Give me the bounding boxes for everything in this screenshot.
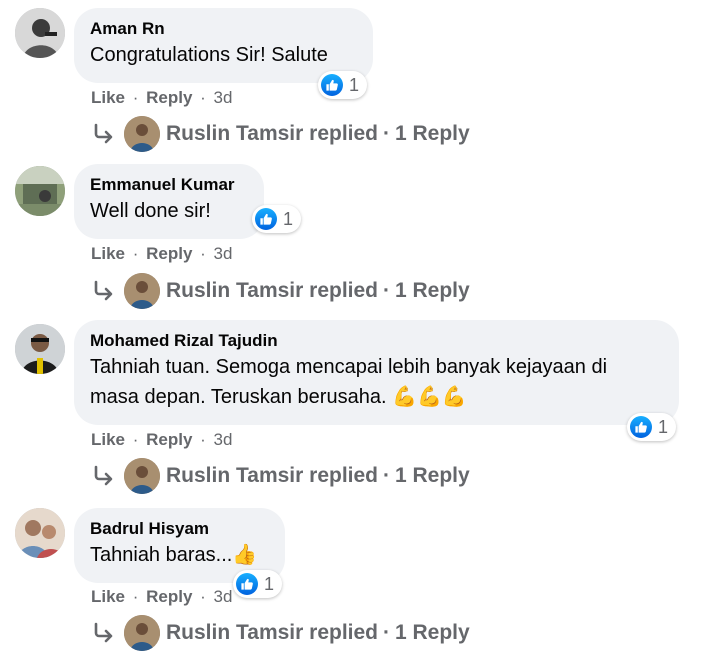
comment-actions: Like · Reply · 3d <box>91 587 233 606</box>
reply-link[interactable]: Reply <box>146 244 192 263</box>
reaction-badge[interactable]: 1 <box>233 570 283 598</box>
reply-author: Ruslin Tamsir replied <box>166 621 378 644</box>
reply-author: Ruslin Tamsir replied <box>166 464 378 487</box>
like-icon <box>321 74 343 96</box>
reply-author: Ruslin Tamsir replied <box>166 122 378 145</box>
comment-actions: Like · Reply · 3d <box>91 244 233 263</box>
view-replies[interactable]: Ruslin Tamsir replied · 1 Reply <box>92 458 470 494</box>
timestamp[interactable]: 3d <box>214 587 233 606</box>
like-link[interactable]: Like <box>91 587 125 606</box>
comment-author[interactable]: Aman Rn <box>90 18 357 40</box>
comment-mohamed-rizal-tajudin: Mohamed Rizal Tajudin Tahniah tuan. Semo… <box>0 320 724 505</box>
timestamp[interactable]: 3d <box>214 244 233 263</box>
reply-avatar <box>124 615 160 651</box>
reaction-count: 1 <box>283 208 294 229</box>
comment-author[interactable]: Badrul Hisyam <box>90 518 269 540</box>
like-icon <box>236 573 258 595</box>
reply-count: 1 Reply <box>395 122 470 145</box>
view-replies[interactable]: Ruslin Tamsir replied · 1 Reply <box>92 615 470 651</box>
reply-link[interactable]: Reply <box>146 430 192 449</box>
comment-aman-rn: Aman Rn Congratulations Sir! Salute 1 Li… <box>0 0 724 160</box>
avatar[interactable] <box>15 8 65 58</box>
reaction-badge[interactable]: 1 <box>252 205 302 233</box>
comment-badrul-hisyam: Badrul Hisyam Tahniah baras...👍 1 Like ·… <box>0 505 724 661</box>
comment-text: Well done sir! <box>90 200 211 222</box>
like-link[interactable]: Like <box>91 244 125 263</box>
avatar[interactable] <box>15 508 65 558</box>
muscle-emoji: 💪💪💪 <box>392 386 467 408</box>
reply-avatar <box>124 116 160 152</box>
comment-text: Tahniah baras...👍 <box>90 544 258 566</box>
reply-author: Ruslin Tamsir replied <box>166 279 378 302</box>
reply-arrow-icon <box>94 280 113 301</box>
reply-arrow-icon <box>94 465 113 486</box>
avatar[interactable] <box>15 166 65 216</box>
avatar[interactable] <box>15 324 65 374</box>
reaction-badge[interactable]: 1 <box>318 71 368 99</box>
reaction-count: 1 <box>349 74 360 95</box>
comment-text-line1: Tahniah tuan. Semoga mencapai lebih bany… <box>90 356 608 378</box>
reply-link[interactable]: Reply <box>146 88 192 107</box>
reply-avatar <box>124 458 160 494</box>
reply-count: 1 Reply <box>395 279 470 302</box>
comment-text: Congratulations Sir! Salute <box>90 44 328 66</box>
comment-text-line2: masa depan. Teruskan berusaha. 💪💪💪 <box>90 386 467 408</box>
reaction-count: 1 <box>658 416 669 437</box>
reply-count: 1 Reply <box>395 621 470 644</box>
like-link[interactable]: Like <box>91 430 125 449</box>
timestamp[interactable]: 3d <box>214 430 233 449</box>
timestamp[interactable]: 3d <box>214 88 233 107</box>
comment-actions: Like · Reply · 3d <box>91 88 233 107</box>
comment-bubble: Mohamed Rizal Tajudin Tahniah tuan. Semo… <box>74 320 679 425</box>
like-icon <box>255 208 277 230</box>
view-replies[interactable]: Ruslin Tamsir replied · 1 Reply <box>92 273 470 309</box>
comment-author[interactable]: Emmanuel Kumar <box>90 174 248 196</box>
reply-count: 1 Reply <box>395 464 470 487</box>
reply-arrow-icon <box>94 123 113 144</box>
reaction-count: 1 <box>264 573 275 594</box>
like-link[interactable]: Like <box>91 88 125 107</box>
reply-avatar <box>124 273 160 309</box>
thumbs-up-emoji: 👍 <box>232 544 258 566</box>
reply-link[interactable]: Reply <box>146 587 192 606</box>
comment-emmanuel-kumar: Emmanuel Kumar Well done sir! 1 Like · R… <box>0 160 724 320</box>
comment-bubble: Emmanuel Kumar Well done sir! <box>74 164 264 239</box>
reaction-badge[interactable]: 1 <box>627 413 677 441</box>
comment-author[interactable]: Mohamed Rizal Tajudin <box>90 330 663 352</box>
view-replies[interactable]: Ruslin Tamsir replied · 1 Reply <box>92 116 470 152</box>
comment-actions: Like · Reply · 3d <box>91 430 233 449</box>
reply-arrow-icon <box>94 622 113 643</box>
like-icon <box>630 416 652 438</box>
